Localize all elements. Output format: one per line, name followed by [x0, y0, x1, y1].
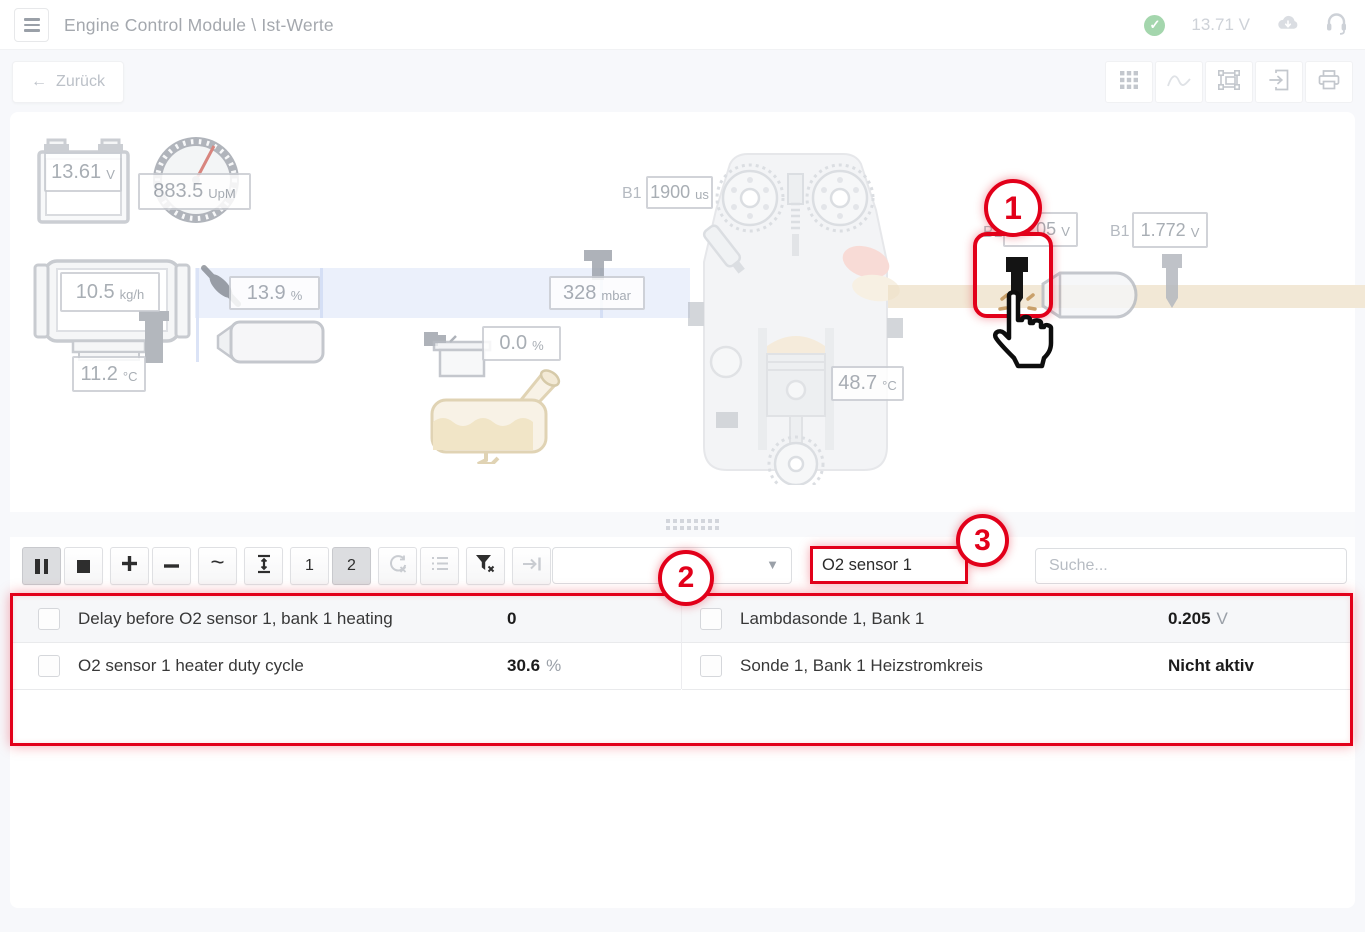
add-value-button[interactable]	[110, 547, 149, 585]
reset-icon	[388, 554, 408, 579]
one-column-button[interactable]: 1	[290, 547, 329, 585]
pause-button[interactable]	[22, 547, 61, 585]
pause-icon	[35, 559, 48, 574]
annotation-highlight-filter-input	[810, 546, 968, 584]
list-view-button[interactable]	[420, 547, 459, 585]
air-mass-badge[interactable]: 10.5kg/h	[60, 272, 160, 312]
export-document-icon	[1269, 69, 1289, 96]
top-bar: Engine Control Module \ Ist-Werte ✓ 13.7…	[0, 0, 1365, 50]
tilde-icon: ~	[210, 558, 224, 574]
hand-cursor-icon	[983, 288, 1055, 374]
export-button[interactable]	[1255, 61, 1303, 103]
curve-chart-icon	[1167, 72, 1191, 93]
purge-valve-badge[interactable]: 0.0%	[482, 326, 561, 361]
app-window: Engine Control Module \ Ist-Werte ✓ 13.7…	[0, 0, 1365, 932]
intake-temp-badge[interactable]: 11.2°C	[72, 356, 146, 392]
minus-icon	[163, 557, 180, 575]
arrow-to-bar-icon	[522, 556, 542, 577]
injection-time-badge[interactable]: 1900us	[646, 176, 713, 209]
panel-splitter[interactable]	[10, 512, 1355, 537]
engine-speed-badge[interactable]: 883.5UpM	[138, 173, 251, 210]
grid-view-button[interactable]	[1105, 61, 1153, 103]
o2-sensor-post-icon	[1158, 252, 1186, 310]
print-button[interactable]	[1305, 61, 1353, 103]
stop-icon	[77, 560, 90, 573]
frame-select-icon	[1218, 70, 1240, 95]
remove-value-button[interactable]	[152, 547, 191, 585]
two-columns-button[interactable]: 2	[332, 547, 371, 585]
min-max-button[interactable]	[244, 547, 283, 585]
breadcrumb: Engine Control Module \ Ist-Werte	[64, 0, 334, 50]
battery-voltage-indicator: 13.71 V	[1191, 15, 1250, 35]
headset-icon[interactable]	[1326, 11, 1347, 40]
filter-x-icon	[475, 554, 496, 578]
splitter-grip-icon	[666, 519, 719, 530]
jump-to-end-button[interactable]	[512, 547, 551, 585]
reset-values-button[interactable]	[378, 547, 417, 585]
coolant-tank-icon	[424, 356, 574, 464]
injection-bank-label: B1	[622, 185, 642, 203]
intake-segment-divider	[320, 268, 323, 318]
o2-post-voltage-badge[interactable]: 1.772V	[1132, 212, 1208, 248]
text-height-icon	[255, 554, 273, 579]
plus-icon	[121, 555, 138, 577]
search-input[interactable]	[1036, 557, 1346, 575]
idle-actuator-icon	[214, 318, 326, 366]
callout-1: 1	[984, 179, 1042, 237]
annotation-highlight-table	[10, 593, 1353, 746]
manifold-pressure-badge[interactable]: 328mbar	[549, 276, 645, 310]
values-toolbar: ~ 1 2	[22, 547, 551, 585]
back-button[interactable]: ← Zurück	[12, 61, 124, 103]
back-arrow-icon: ←	[31, 73, 47, 91]
curve-mode-button[interactable]: ~	[198, 547, 237, 585]
clear-filter-button[interactable]	[466, 547, 505, 585]
cloud-download-icon[interactable]	[1276, 14, 1300, 37]
connection-status-check-icon: ✓	[1144, 15, 1165, 36]
value-filter-input[interactable]	[813, 556, 965, 575]
battery-voltage-badge[interactable]: 13.61V	[44, 152, 122, 192]
search-field	[1035, 548, 1347, 584]
stop-button[interactable]	[64, 547, 103, 585]
list-icon	[431, 556, 449, 576]
printer-icon	[1318, 70, 1340, 95]
menu-button[interactable]	[14, 8, 49, 42]
layout-select-button[interactable]	[1205, 61, 1253, 103]
throttle-position-badge[interactable]: 13.9%	[229, 276, 320, 310]
grid-icon	[1120, 71, 1138, 94]
callout-2: 2	[658, 550, 714, 606]
o2-post-bank-label: B1	[1110, 223, 1130, 241]
curve-view-button[interactable]	[1155, 61, 1203, 103]
coolant-temp-badge[interactable]: 48.7°C	[831, 366, 904, 401]
engine-block-illustration	[688, 150, 903, 485]
callout-3: 3	[956, 514, 1009, 567]
chevron-down-icon: ▼	[766, 557, 779, 572]
